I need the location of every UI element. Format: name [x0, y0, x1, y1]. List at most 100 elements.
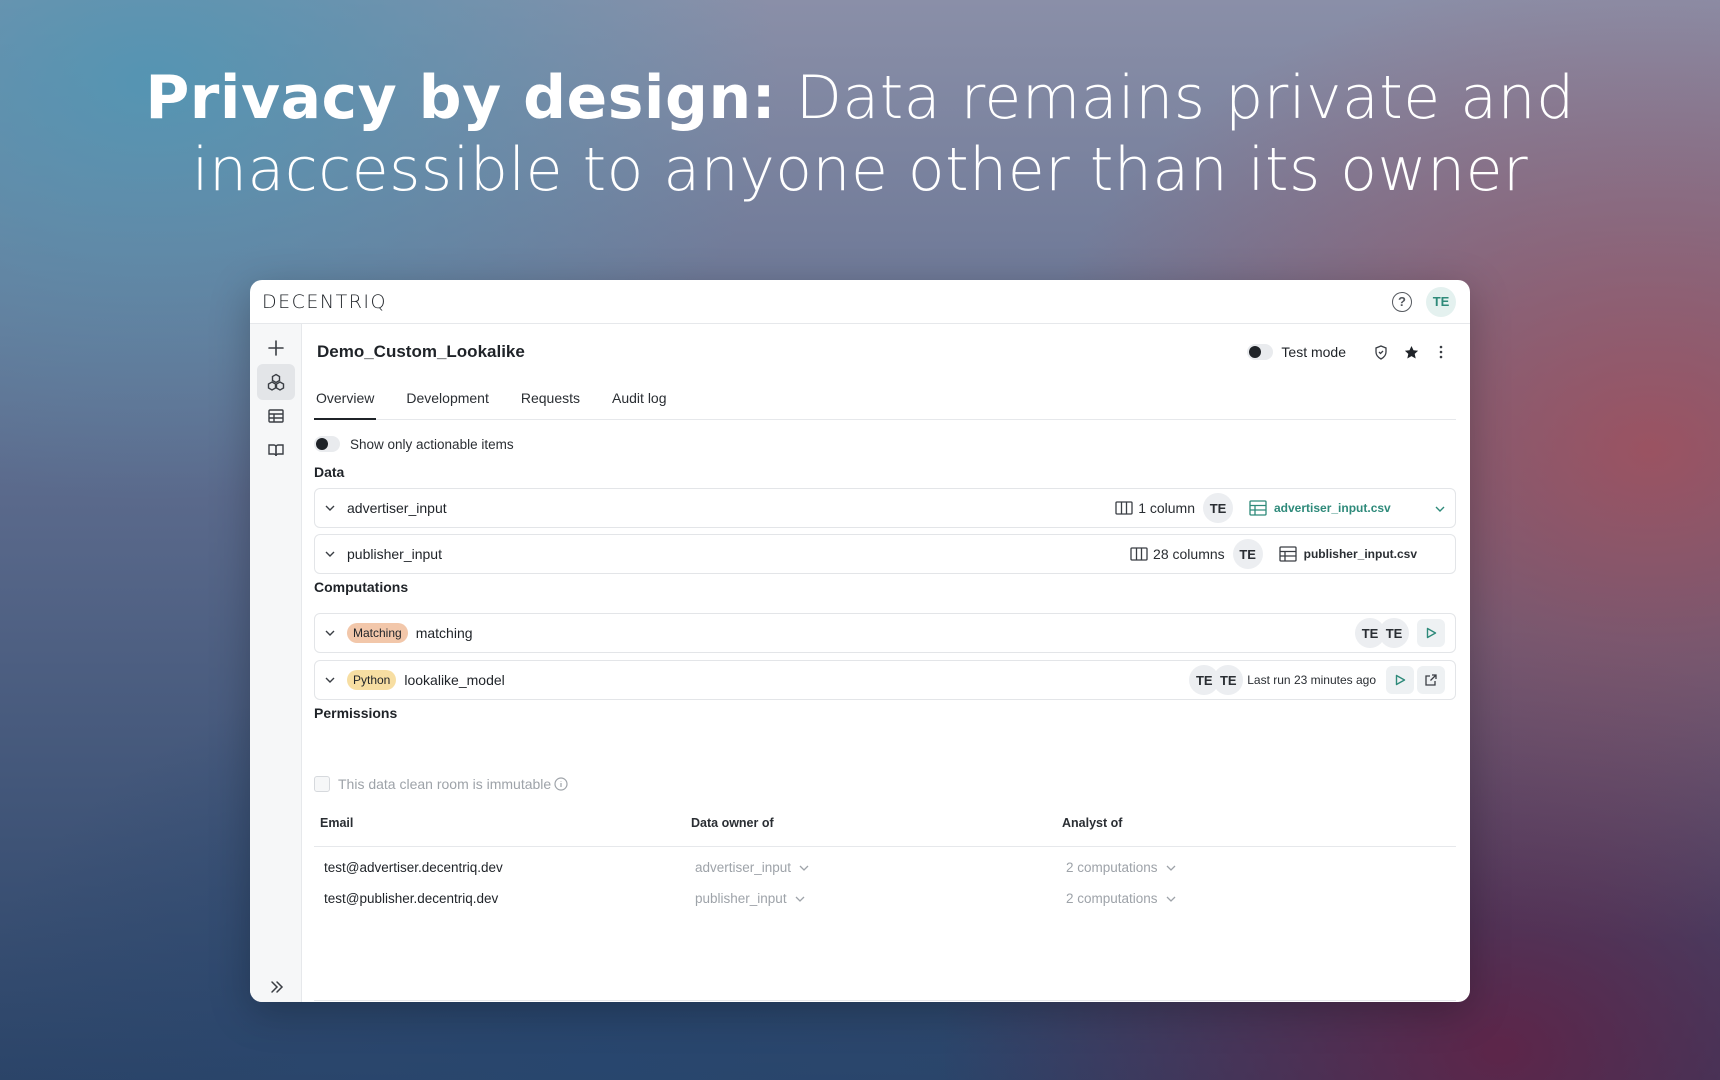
tab-audit-log[interactable]: Audit log: [610, 388, 668, 420]
chevron-down-icon[interactable]: [323, 501, 337, 515]
immutable-label: This data clean room is immutable: [338, 776, 552, 792]
chevron-down-icon: [799, 865, 809, 871]
sidebar-datasets-button[interactable]: [257, 398, 295, 434]
dataset-file-name: advertiser_input.csv: [1274, 501, 1391, 515]
logo: DECENTRIQ: [262, 290, 387, 313]
dataset-file[interactable]: advertiser_input.csv: [1249, 500, 1427, 516]
more-options-button[interactable]: [1426, 338, 1456, 366]
run-computation-button[interactable]: [1386, 666, 1414, 694]
permission-email: test@advertiser.decentriq.dev: [324, 860, 503, 875]
analyst-value: 2 computations: [1066, 860, 1158, 875]
share-icon: [1425, 674, 1437, 686]
column-count-label: 1 column: [1138, 500, 1195, 516]
data-owner-value: publisher_input: [695, 891, 787, 906]
chevron-down-icon[interactable]: [323, 626, 337, 640]
help-icon[interactable]: ?: [1392, 291, 1412, 312]
star-icon: [1404, 345, 1418, 358]
computation-row-matching[interactable]: Matching matching TE TE: [314, 613, 1456, 653]
headline-line-2: inaccessible to anyone other than its ow…: [191, 135, 1529, 205]
share-computation-button[interactable]: [1417, 666, 1445, 694]
test-mode-label: Test mode: [1281, 344, 1346, 360]
computation-type-badge: Python: [347, 670, 397, 690]
double-chevron-right-icon: [271, 981, 284, 993]
table-icon: [1278, 546, 1297, 562]
sidebar-docs-button[interactable]: [257, 432, 295, 468]
data-owner-avatar: TE: [1232, 539, 1263, 569]
tab-development[interactable]: Development: [404, 388, 491, 420]
computation-user-avatar: TE: [1213, 665, 1244, 695]
actionable-label: Show only actionable items: [350, 436, 514, 452]
sidebar-expand-button[interactable]: [266, 976, 288, 998]
tab-bar: Overview Development Requests Audit log: [314, 388, 1456, 420]
data-row-name: advertiser_input: [347, 500, 447, 516]
data-owner-value: advertiser_input: [695, 860, 792, 875]
sidebar-datarooms-button[interactable]: [257, 364, 295, 400]
favorite-button[interactable]: [1396, 338, 1426, 366]
column-header-data-owner: Data owner of: [691, 816, 774, 830]
computation-user-avatar: TE: [1379, 618, 1409, 648]
computation-meta: TE TE: [1355, 618, 1445, 648]
more-vertical-icon: [1439, 345, 1443, 359]
table-icon: [268, 409, 284, 423]
actionable-toggle[interactable]: [314, 436, 340, 452]
content-bottom-divider: [314, 1000, 1456, 1001]
computation-name: matching: [415, 625, 473, 641]
headline-bold: Privacy by design:: [145, 63, 777, 133]
computation-row-lookalike[interactable]: Python lookalike_model TE TE Last run 23…: [314, 660, 1456, 700]
main-content: Demo_Custom_Lookalike Test mode Overview…: [302, 324, 1470, 1002]
chevron-down-icon: [795, 896, 805, 902]
test-mode-toggle[interactable]: [1247, 344, 1274, 360]
tab-requests[interactable]: Requests: [519, 388, 582, 420]
data-owner-avatar: TE: [1203, 493, 1233, 523]
data-row-meta: 28 columns TE publisher_input.csv: [1130, 539, 1417, 569]
computation-name: lookalike_model: [404, 672, 505, 688]
last-run-label: Last run 23 minutes ago: [1247, 673, 1376, 687]
top-bar-actions: ? TE: [1392, 286, 1456, 317]
computation-meta: TE TE Last run 23 minutes ago: [1189, 665, 1445, 695]
play-icon: [1395, 674, 1406, 686]
page-title: Demo_Custom_Lookalike: [317, 342, 525, 361]
user-avatar[interactable]: TE: [1426, 286, 1456, 317]
data-row-advertiser[interactable]: advertiser_input 1 column TE advertiser_…: [314, 488, 1456, 528]
sidebar: [250, 324, 302, 1002]
dataset-file[interactable]: publisher_input.csv: [1278, 546, 1417, 562]
permission-email: test@publisher.decentriq.dev: [324, 891, 499, 906]
chevron-down-icon[interactable]: [323, 673, 337, 687]
table-icon: [1249, 500, 1267, 516]
book-icon: [268, 444, 284, 457]
security-button[interactable]: [1366, 338, 1396, 366]
immutable-checkbox-row: This data clean room is immutable: [314, 776, 568, 792]
info-icon: [554, 777, 568, 791]
data-owner-select[interactable]: publisher_input: [695, 891, 805, 906]
data-row-meta: 1 column TE advertiser_input.csv: [1115, 493, 1445, 523]
columns-icon: [1130, 547, 1148, 561]
top-bar: DECENTRIQ ? TE: [250, 280, 1470, 324]
chevron-down-icon: [1166, 865, 1176, 871]
cubes-icon: [267, 373, 285, 391]
chevron-down-icon[interactable]: [323, 547, 337, 561]
data-row-publisher[interactable]: publisher_input 28 columns TE publisher_…: [314, 534, 1456, 574]
plus-icon: [268, 340, 284, 356]
immutable-checkbox[interactable]: [314, 776, 330, 792]
headline-rest: Data remains private and: [776, 63, 1575, 133]
column-header-analyst: Analyst of: [1062, 816, 1123, 830]
chevron-down-icon[interactable]: [1435, 499, 1445, 517]
analyst-select[interactable]: 2 computations: [1066, 860, 1176, 875]
analyst-select[interactable]: 2 computations: [1066, 891, 1176, 906]
column-count: 28 columns: [1130, 546, 1225, 562]
actionable-filter: Show only actionable items: [314, 436, 514, 452]
columns-icon: [1115, 501, 1133, 515]
title-row: Demo_Custom_Lookalike Test mode: [317, 338, 1456, 366]
page-headline: Privacy by design: Data remains private …: [0, 62, 1720, 206]
sidebar-new-button[interactable]: [257, 330, 295, 366]
data-row-name: publisher_input: [347, 546, 442, 562]
play-icon: [1426, 627, 1437, 639]
data-owner-select[interactable]: advertiser_input: [695, 860, 809, 875]
column-count: 1 column: [1115, 500, 1195, 516]
tab-overview[interactable]: Overview: [314, 388, 377, 420]
run-computation-button[interactable]: [1417, 619, 1445, 647]
permissions-section-label: Permissions: [314, 705, 398, 721]
table-header-divider: [314, 846, 1456, 847]
analyst-value: 2 computations: [1066, 891, 1158, 906]
title-actions: Test mode: [1247, 338, 1456, 366]
